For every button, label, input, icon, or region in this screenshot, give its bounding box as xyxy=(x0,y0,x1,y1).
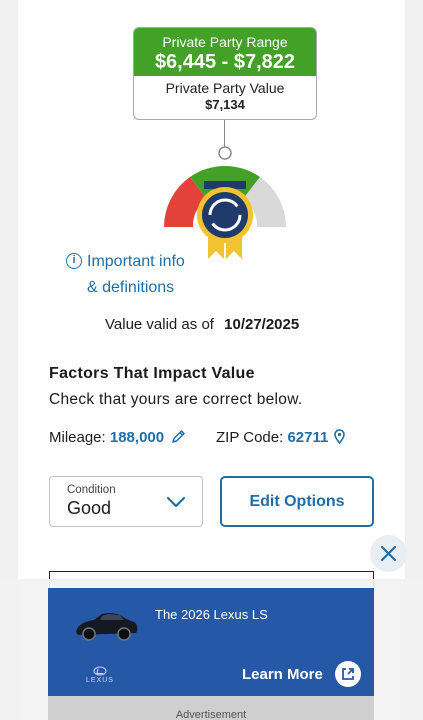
info-link-line1: Important info xyxy=(87,253,185,270)
close-ad-button[interactable] xyxy=(370,535,407,572)
zip-value[interactable]: 62711 xyxy=(287,429,328,446)
location-pin-icon[interactable] xyxy=(333,429,345,445)
value-valid-date: Value valid as of 10/27/2025 xyxy=(105,316,299,333)
value-gauge xyxy=(163,146,286,259)
pencil-icon[interactable] xyxy=(171,429,186,444)
condition-value: Good xyxy=(67,498,112,518)
info-link-line2: & definitions xyxy=(87,279,175,296)
lexus-logo: LEXUS xyxy=(86,666,114,684)
range-value: $6,445 - $7,822 xyxy=(154,51,296,73)
external-link-icon[interactable] xyxy=(335,661,361,687)
mileage-row[interactable]: Mileage: 188,000 xyxy=(49,429,186,446)
car-image xyxy=(76,613,138,641)
factors-subtitle: Check that yours are correct below. xyxy=(49,391,303,408)
zip-label: ZIP Code: xyxy=(216,429,284,446)
lexus-wordmark: LEXUS xyxy=(86,677,114,684)
lexus-ad-banner[interactable]: The 2026 Lexus LS LEXUS Learn More xyxy=(48,588,374,696)
ad-title: The 2026 Lexus LS xyxy=(155,607,268,622)
price-range-box: Private Party Range $6,445 - $7,822 Priv… xyxy=(133,27,317,120)
valid-label: Value valid as of xyxy=(105,316,214,333)
condition-label: Condition xyxy=(67,484,116,496)
advertisement-label: Advertisement xyxy=(175,709,247,720)
close-icon xyxy=(380,545,397,562)
valid-date: 10/27/2025 xyxy=(224,316,300,333)
private-party-range: Private Party Range $6,445 - $7,822 xyxy=(134,28,316,76)
range-label: Private Party Range xyxy=(162,34,288,50)
chevron-down-icon xyxy=(166,496,186,508)
value-label: Private Party Value xyxy=(165,80,285,96)
edit-options-button[interactable]: Edit Options xyxy=(220,476,374,527)
mileage-label: Mileage: xyxy=(49,429,106,446)
lexus-emblem-icon xyxy=(93,666,107,676)
mileage-value[interactable]: 188,000 xyxy=(110,429,164,446)
ad-footer-strip: Advertisement xyxy=(48,696,374,720)
zip-row[interactable]: ZIP Code: 62711 xyxy=(216,429,345,446)
learn-more-link[interactable]: Learn More xyxy=(242,666,323,683)
gauge-indicator xyxy=(218,146,232,160)
condition-select[interactable]: Condition Good xyxy=(49,476,203,527)
value-amount: $7,134 xyxy=(205,97,245,112)
info-icon: i xyxy=(66,253,82,269)
factors-title: Factors That Impact Value xyxy=(49,365,255,382)
